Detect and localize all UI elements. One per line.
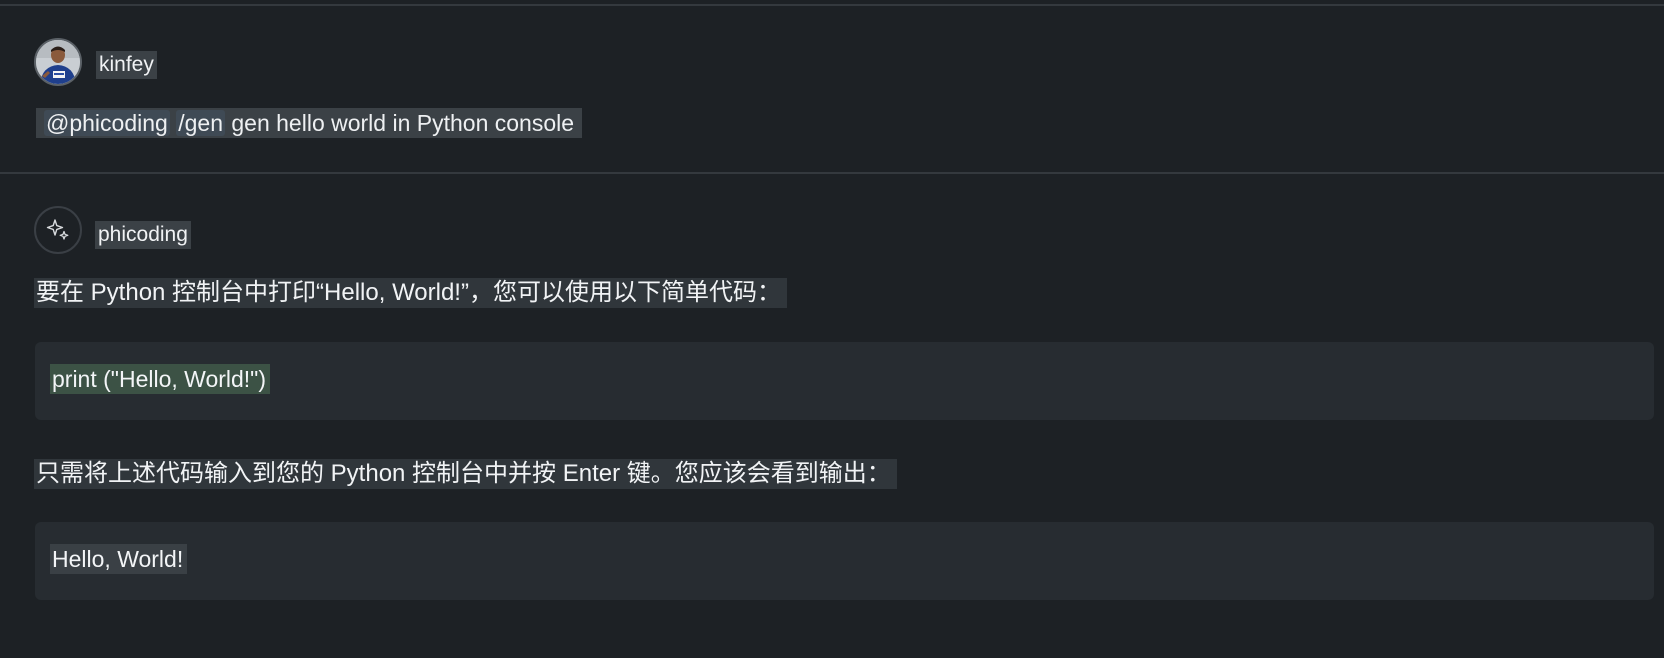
user-name: kinfey bbox=[96, 51, 157, 79]
slash-command-chip[interactable]: /gen bbox=[176, 110, 225, 136]
output-text: Hello, World! bbox=[50, 544, 188, 574]
user-avatar-icon bbox=[36, 40, 80, 84]
code-snippet: print ("Hello, World!") bbox=[50, 364, 271, 394]
assistant-instruction-text: 只需将上述代码输入到您的 Python 控制台中并按 Enter 键。您应该会看… bbox=[34, 459, 897, 489]
assistant-intro-text: 要在 Python 控制台中打印“Hello, World!”，您可以使用以下简… bbox=[34, 278, 787, 308]
code-block[interactable]: print ("Hello, World!") bbox=[35, 342, 1654, 420]
output-block[interactable]: Hello, World! bbox=[35, 522, 1654, 600]
prompt-text: gen hello world in Python console bbox=[231, 110, 575, 136]
user-avatar bbox=[34, 38, 82, 86]
top-divider bbox=[0, 4, 1664, 6]
message-divider bbox=[0, 172, 1664, 174]
chat-panel: kinfey @phicoding /gen gen hello world i… bbox=[0, 0, 1664, 658]
user-prompt: @phicoding /gen gen hello world in Pytho… bbox=[36, 108, 583, 138]
agent-mention-chip[interactable]: @phicoding bbox=[44, 110, 170, 136]
assistant-name: phicoding bbox=[95, 221, 191, 249]
sparkles-icon bbox=[46, 219, 69, 240]
assistant-avatar bbox=[34, 206, 82, 254]
